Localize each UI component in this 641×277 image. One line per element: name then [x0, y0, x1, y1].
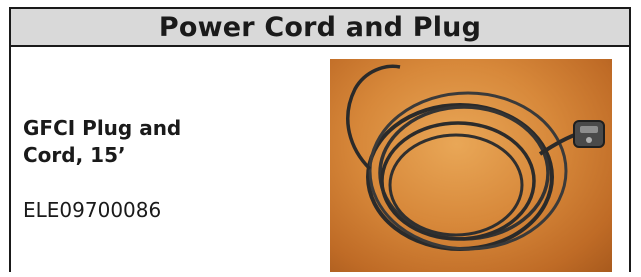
- product-name-line-1: GFCI Plug and: [23, 116, 182, 140]
- cord-loop: [368, 91, 568, 251]
- product-card: Power Cord and Plug GFCI Plug and Cord, …: [9, 7, 631, 272]
- product-name-line-2: Cord, 15’: [23, 143, 126, 167]
- product-photo: [330, 59, 612, 272]
- cord-loop: [388, 133, 524, 237]
- gfci-plug-icon: [573, 120, 605, 148]
- product-name: GFCI Plug and Cord, 15’: [23, 115, 263, 169]
- cord-loop: [380, 121, 536, 241]
- cord-loop: [378, 105, 550, 241]
- section-header: Power Cord and Plug: [11, 9, 629, 47]
- section-title: Power Cord and Plug: [158, 11, 482, 43]
- part-number: ELE09700086: [23, 198, 162, 222]
- coiled-cord-illustration: [346, 64, 605, 251]
